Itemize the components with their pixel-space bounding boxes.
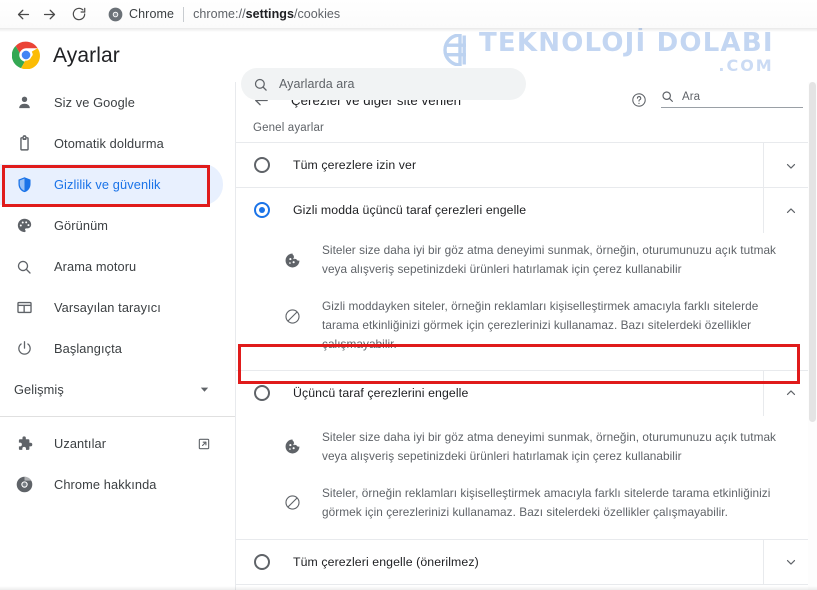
sidebar-item-label: Varsayılan tarayıcı: [54, 300, 161, 315]
option-description-text: Gizli moddayken siteler, örneğin reklaml…: [322, 299, 759, 352]
scrollbar-thumb[interactable]: [809, 82, 816, 422]
url-text: chrome://settings/cookies: [193, 7, 341, 21]
chrome-logo-icon: [14, 475, 34, 495]
content-search-placeholder: Ara: [682, 90, 701, 103]
option-description-text: Siteler size daha iyi bir göz atma deney…: [322, 429, 777, 463]
sidebar-item-gizlilik-ve-guvenlik[interactable]: Gizlilik ve güvenlik: [0, 164, 223, 205]
option-description-text: Siteler, örneğin reklamları kişiselleşti…: [322, 485, 771, 519]
clipboard-icon: [14, 134, 34, 154]
clear-cookies-on-close-row[interactable]: Tüm pencereler kapatıldığında çerezleri …: [236, 583, 817, 590]
option-description: Siteler, örneğin reklamları kişiselleşti…: [282, 475, 817, 531]
page-title: Ayarlar: [53, 44, 120, 67]
cookie-icon: [282, 250, 302, 270]
option-description: Siteler size daha iyi bir göz atma deney…: [282, 232, 817, 288]
toolbar-shadow: [0, 28, 817, 32]
general-settings-label: Genel ayarlar: [253, 122, 324, 134]
power-icon: [14, 339, 34, 359]
address-bar[interactable]: Chrome chrome://settings/cookies: [100, 3, 817, 25]
settings-sidebar: Siz ve Google Otomatik doldurma Gizlilik…: [0, 82, 235, 590]
sidebar-item-label: Uzantılar: [54, 436, 107, 451]
search-icon: [14, 257, 34, 277]
option-block-third-party[interactable]: Üçüncü taraf çerezlerini engelle: [236, 369, 817, 416]
chrome-settings-window: Chrome chrome://settings/cookies Ayarlar…: [0, 0, 817, 590]
settings-content: Çerezler ve diğer site verileri Ara Gene…: [235, 82, 817, 590]
sidebar-item-label: Otomatik doldurma: [54, 136, 164, 151]
sidebar-item-gorunum[interactable]: Görünüm: [0, 205, 223, 246]
radio-button[interactable]: [254, 553, 270, 570]
option-allow-all-cookies[interactable]: Tüm çerezlere izin ver: [236, 142, 817, 188]
content-header-actions: Ara: [631, 90, 803, 108]
forward-icon[interactable]: [36, 1, 62, 27]
sidebar-item-label: Başlangıçta: [54, 341, 122, 356]
help-circle-icon[interactable]: [631, 92, 647, 108]
block-icon: [282, 493, 302, 513]
reload-icon[interactable]: [66, 1, 92, 27]
sidebar-item-label: Siz ve Google: [54, 95, 135, 110]
person-icon: [14, 93, 34, 113]
open-in-new-icon[interactable]: [197, 437, 211, 451]
site-chip-label: Chrome: [129, 7, 175, 21]
option-label: Gizli modda üçüncü taraf çerezleri engel…: [293, 203, 527, 217]
site-chip: Chrome: [108, 7, 183, 22]
puzzle-icon: [14, 434, 34, 454]
option-description-text: Siteler size daha iyi bir göz atma deney…: [322, 243, 777, 277]
option-label: Tüm çerezlere izin ver: [293, 158, 417, 172]
block-icon: [282, 306, 302, 326]
content-search-input[interactable]: Ara: [661, 90, 803, 108]
content-scrollbar[interactable]: [808, 82, 817, 590]
sidebar-item-arama-motoru[interactable]: Arama motoru: [0, 246, 223, 287]
browser-window-icon: [14, 298, 34, 318]
sidebar-advanced-label: Gelişmiş: [14, 382, 64, 397]
option-block-all-cookies[interactable]: Tüm çerezleri engelle (önerilmez): [236, 538, 817, 585]
search-icon: [661, 90, 674, 103]
cookie-icon: [282, 437, 302, 457]
radio-button[interactable]: [254, 202, 270, 218]
back-icon[interactable]: [10, 1, 36, 27]
sidebar-item-label: Gizlilik ve güvenlik: [54, 177, 161, 192]
sidebar-item-label: Görünüm: [54, 218, 109, 233]
radio-button[interactable]: [254, 384, 270, 401]
chrome-logo-icon: [12, 41, 40, 69]
sidebar-item-label: Arama motoru: [54, 259, 137, 274]
sidebar-item-varsayilan-tarayici[interactable]: Varsayılan tarayıcı: [0, 287, 223, 328]
shield-icon: [14, 175, 34, 195]
sidebar-item-baslangicta[interactable]: Başlangıçta: [0, 328, 223, 369]
sidebar-item-label: Chrome hakkında: [54, 477, 157, 492]
sidebar-item-otomatik-doldurma[interactable]: Otomatik doldurma: [0, 123, 223, 164]
settings-header: Ayarlar Ayarlarda ara: [0, 28, 817, 100]
search-input[interactable]: Ayarlarda ara: [241, 68, 526, 100]
sidebar-item-uzantilar[interactable]: Uzantılar: [0, 423, 223, 464]
option-block-third-party-incognito[interactable]: Gizli modda üçüncü taraf çerezleri engel…: [236, 187, 817, 233]
sidebar-item-siz-ve-google[interactable]: Siz ve Google: [0, 82, 223, 123]
chrome-logo-icon: [108, 7, 123, 21]
option-label: Üçüncü taraf çerezlerini engelle: [293, 385, 469, 400]
palette-icon: [14, 216, 34, 236]
option-label: Tüm çerezleri engelle (önerilmez): [293, 554, 479, 569]
option-description: Gizli moddayken siteler, örneğin reklaml…: [282, 288, 817, 363]
search-icon: [253, 77, 268, 92]
browser-toolbar: Chrome chrome://settings/cookies: [0, 0, 817, 28]
search-placeholder: Ayarlarda ara: [279, 77, 355, 91]
sidebar-divider: [0, 416, 235, 417]
radio-button[interactable]: [254, 157, 270, 173]
sidebar-advanced-toggle[interactable]: Gelişmiş: [0, 369, 235, 410]
option-description: Siteler size daha iyi bir göz atma deney…: [282, 415, 817, 475]
sidebar-item-chrome-hakkinda[interactable]: Chrome hakkında: [0, 464, 223, 505]
chevron-down-icon: [199, 384, 210, 395]
